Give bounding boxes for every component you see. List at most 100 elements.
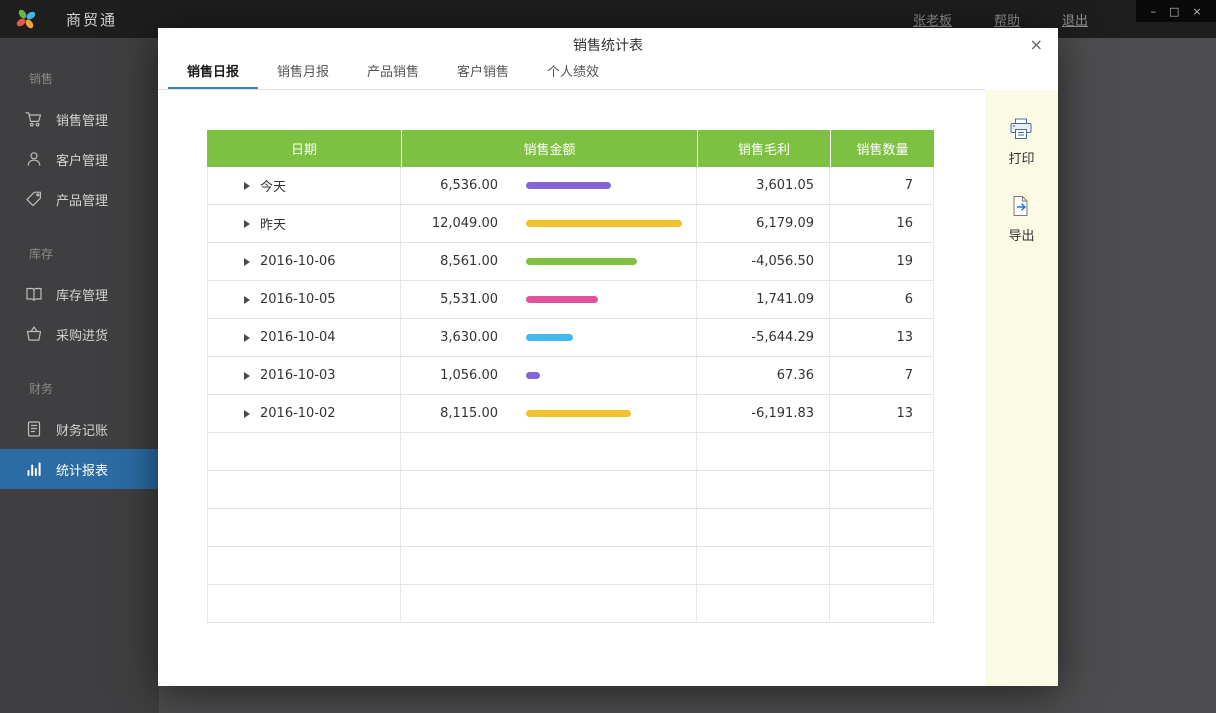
row-amount: 5,531.00 (401, 292, 498, 307)
tab-personal-performance[interactable]: 个人绩效 (528, 58, 618, 89)
row-profit: 3,601.05 (697, 167, 830, 204)
table-row[interactable]: 2016-10-03 1,056.00 67.36 7 (207, 357, 934, 395)
table-row[interactable]: 今天 6,536.00 3,601.05 7 (207, 167, 934, 205)
table-body: 今天 6,536.00 3,601.05 7 昨天 12,049.00 6,17… (207, 167, 934, 623)
column-header-profit: 销售毛利 (697, 130, 830, 167)
tag-icon (25, 190, 43, 208)
export-button[interactable]: 导出 (1008, 195, 1034, 244)
print-label: 打印 (1008, 148, 1034, 167)
amount-bar (526, 334, 573, 341)
row-amount: 8,561.00 (401, 254, 498, 269)
sales-statistics-dialog: 销售统计表 × 销售日报 销售月报 产品销售 客户销售 个人绩效 打印 (158, 28, 1058, 686)
column-header-date: 日期 (207, 130, 401, 167)
row-profit: -5,644.29 (697, 319, 830, 356)
sidebar: 销售 销售管理 客户管理 产品管理 库存 库存管理 (0, 38, 159, 713)
titlebar-links: 张老板 帮助 退出 (913, 10, 1088, 29)
column-header-quantity: 销售数量 (830, 130, 934, 167)
sidebar-item-purchasing[interactable]: 采购进货 (0, 314, 159, 354)
maximize-icon[interactable]: □ (1169, 6, 1179, 17)
export-icon (1010, 195, 1032, 221)
user-menu[interactable]: 张老板 (913, 10, 952, 29)
tab-daily-sales[interactable]: 销售日报 (168, 58, 258, 89)
row-date: 昨天 (260, 214, 286, 233)
sidebar-item-bookkeeping[interactable]: 财务记账 (0, 409, 159, 449)
app-title: 商贸通 (66, 9, 117, 30)
row-quantity: 19 (830, 243, 934, 280)
row-profit: -4,056.50 (697, 243, 830, 280)
sidebar-item-label: 产品管理 (56, 190, 108, 209)
row-quantity: 16 (830, 205, 934, 242)
row-amount: 1,056.00 (401, 368, 498, 383)
row-date: 2016-10-04 (260, 330, 336, 345)
action-panel: 打印 导出 (985, 90, 1058, 686)
row-amount: 6,536.00 (401, 178, 498, 193)
close-window-icon[interactable]: × (1192, 6, 1201, 17)
dialog-close-icon[interactable]: × (1030, 37, 1043, 53)
table-row[interactable]: 2016-10-04 3,630.00 -5,644.29 13 (207, 319, 934, 357)
tab-product-sales[interactable]: 产品销售 (348, 58, 438, 89)
amount-bar (526, 296, 598, 303)
table-empty-row (207, 471, 934, 509)
amount-bar (526, 182, 611, 189)
expand-arrow-icon[interactable] (244, 296, 250, 304)
table-row[interactable]: 昨天 12,049.00 6,179.09 16 (207, 205, 934, 243)
sidebar-section-inventory: 库存 (0, 219, 159, 274)
sidebar-item-product-management[interactable]: 产品管理 (0, 179, 159, 219)
amount-bar (526, 372, 540, 379)
basket-icon (25, 325, 43, 343)
row-amount: 3,630.00 (401, 330, 498, 345)
bar-chart-icon (25, 460, 43, 478)
row-date: 2016-10-03 (260, 368, 336, 383)
table-row[interactable]: 2016-10-02 8,115.00 -6,191.83 13 (207, 395, 934, 433)
amount-bar (526, 410, 631, 417)
expand-arrow-icon[interactable] (244, 220, 250, 228)
row-quantity: 7 (830, 167, 934, 204)
cart-icon (25, 110, 43, 128)
table-empty-row (207, 509, 934, 547)
book-icon (25, 285, 43, 303)
table-row[interactable]: 2016-10-06 8,561.00 -4,056.50 19 (207, 243, 934, 281)
print-button[interactable]: 打印 (1008, 118, 1034, 167)
help-link[interactable]: 帮助 (994, 10, 1020, 29)
table-empty-row (207, 433, 934, 471)
row-quantity: 7 (830, 357, 934, 394)
window-controls: – □ × (1136, 0, 1216, 22)
sidebar-item-label: 采购进货 (56, 325, 108, 344)
row-quantity: 13 (830, 395, 934, 432)
row-amount: 8,115.00 (401, 406, 498, 421)
sidebar-section-sales: 销售 (0, 38, 159, 99)
row-date: 2016-10-02 (260, 406, 336, 421)
sidebar-item-inventory-management[interactable]: 库存管理 (0, 274, 159, 314)
dialog-header: 销售统计表 × (158, 28, 1058, 58)
sidebar-item-sales-management[interactable]: 销售管理 (0, 99, 159, 139)
amount-bar (526, 258, 637, 265)
tab-customer-sales[interactable]: 客户销售 (438, 58, 528, 89)
column-header-amount: 销售金额 (401, 130, 697, 167)
table-empty-row (207, 585, 934, 623)
sidebar-item-label: 销售管理 (56, 110, 108, 129)
row-date: 2016-10-06 (260, 254, 336, 269)
exit-link[interactable]: 退出 (1062, 10, 1088, 29)
expand-arrow-icon[interactable] (244, 372, 250, 380)
minimize-icon[interactable]: – (1150, 6, 1156, 17)
row-amount: 12,049.00 (401, 216, 498, 231)
tab-monthly-sales[interactable]: 销售月报 (258, 58, 348, 89)
row-profit: 6,179.09 (697, 205, 830, 242)
app-logo-icon (14, 7, 38, 31)
expand-arrow-icon[interactable] (244, 334, 250, 342)
expand-arrow-icon[interactable] (244, 182, 250, 190)
table-row[interactable]: 2016-10-05 5,531.00 1,741.09 6 (207, 281, 934, 319)
export-label: 导出 (1008, 225, 1034, 244)
sidebar-item-label: 客户管理 (56, 150, 108, 169)
sidebar-item-statistics-reports[interactable]: 统计报表 (0, 449, 159, 489)
expand-arrow-icon[interactable] (244, 258, 250, 266)
sidebar-item-label: 库存管理 (56, 285, 108, 304)
expand-arrow-icon[interactable] (244, 410, 250, 418)
sales-table: 日期 销售金额 销售毛利 销售数量 今天 6,536.00 3,601.05 7… (207, 130, 934, 623)
sidebar-section-finance: 财务 (0, 354, 159, 409)
sidebar-item-customer-management[interactable]: 客户管理 (0, 139, 159, 179)
row-profit: -6,191.83 (697, 395, 830, 432)
row-quantity: 6 (830, 281, 934, 318)
row-profit: 1,741.09 (697, 281, 830, 318)
table-header: 日期 销售金额 销售毛利 销售数量 (207, 130, 934, 167)
